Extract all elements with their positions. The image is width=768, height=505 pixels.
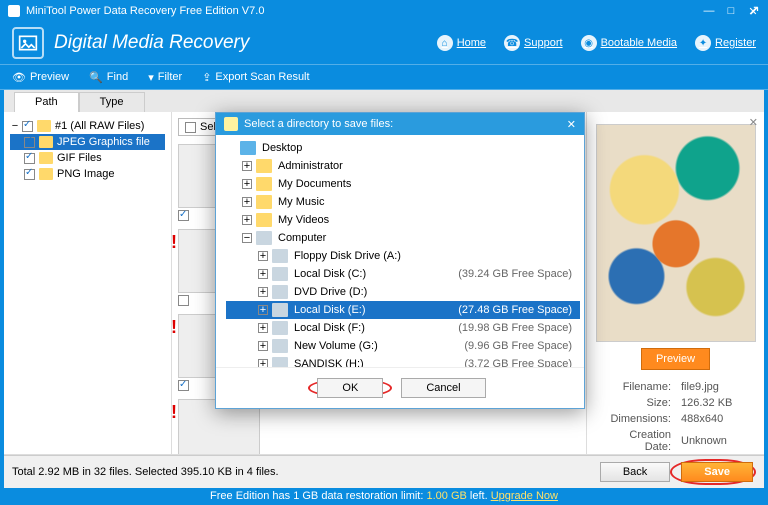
register-link[interactable]: ✦Register (695, 35, 756, 51)
filter-button[interactable]: ▾Filter (148, 71, 182, 84)
tree-computer[interactable]: −Computer (226, 229, 580, 247)
bootable-link[interactable]: ◉Bootable Media (581, 35, 677, 51)
save-button[interactable]: Save (681, 462, 753, 482)
brand-title: Digital Media Recovery (54, 32, 249, 54)
export-button[interactable]: ⇪Export Scan Result (202, 71, 309, 84)
preview-button[interactable]: 👁Preview (12, 71, 69, 84)
tab-path[interactable]: Path (14, 92, 79, 112)
ok-button[interactable]: OK (317, 378, 383, 398)
file-metadata: Filename:file9.jpg Size:126.32 KB Dimens… (595, 378, 756, 458)
dialog-buttons: OK Cancel (216, 367, 584, 408)
preview-panel: ✕ Preview Filename:file9.jpg Size:126.32… (586, 112, 764, 458)
minimize-button[interactable]: — (702, 5, 716, 17)
app-icon (8, 5, 20, 17)
upgrade-link[interactable]: Upgrade Now (491, 490, 558, 502)
tree-folder[interactable]: +My Music (226, 193, 580, 211)
status-text: Total 2.92 MB in 32 files. Selected 395.… (12, 466, 279, 478)
eye-icon: 👁 (12, 71, 26, 84)
back-button[interactable]: Back (600, 462, 670, 482)
save-highlight: Save (670, 459, 756, 485)
tree-drive[interactable]: +Local Disk (F:)(19.98 GB Free Space) (226, 319, 580, 337)
tree-drive[interactable]: +Floppy Disk Drive (A:) (226, 247, 580, 265)
tree-item-png[interactable]: PNG Image (10, 166, 165, 182)
support-link[interactable]: ☎Support (504, 35, 563, 51)
support-icon: ☎ (504, 35, 520, 51)
tree-folder[interactable]: +My Documents (226, 175, 580, 193)
tree-drive[interactable]: +Local Disk (E:)(27.48 GB Free Space) (226, 301, 580, 319)
dialog-tree[interactable]: Desktop +Administrator +My Documents +My… (216, 135, 584, 367)
close-preview-button[interactable]: ✕ (749, 116, 758, 129)
maximize-button[interactable]: □ (724, 5, 738, 17)
save-dialog: Select a directory to save files: ✕ Desk… (215, 112, 585, 409)
key-icon: ✦ (695, 35, 711, 51)
footer: Free Edition has 1 GB data restoration l… (0, 488, 768, 504)
tree-item-gif[interactable]: GIF Files (10, 150, 165, 166)
tree-folder[interactable]: +My Videos (226, 211, 580, 229)
status-bar: Total 2.92 MB in 32 files. Selected 395.… (4, 455, 764, 488)
export-icon: ⇪ (202, 71, 211, 84)
tree-drive[interactable]: +DVD Drive (D:) (226, 283, 580, 301)
tree-drive[interactable]: +Local Disk (C:)(39.24 GB Free Space) (226, 265, 580, 283)
tree-root[interactable]: −#1 (All RAW Files) (10, 118, 165, 134)
funnel-icon: ▾ (148, 71, 154, 84)
cancel-button[interactable]: Cancel (401, 378, 485, 398)
disc-icon: ◉ (581, 35, 597, 51)
toolbar: 👁Preview 🔍Find ▾Filter ⇪Export Scan Resu… (0, 64, 768, 90)
window-title: MiniTool Power Data Recovery Free Editio… (26, 5, 264, 17)
find-button[interactable]: 🔍Find (89, 71, 128, 84)
file-tree: −#1 (All RAW Files) JPEG Graphics file G… (4, 112, 172, 458)
titlebar: MiniTool Power Data Recovery Free Editio… (0, 0, 768, 22)
tabs: Path Type (4, 90, 764, 112)
tree-desktop[interactable]: Desktop (226, 139, 580, 157)
dialog-close-button[interactable]: ✕ (567, 118, 576, 131)
home-link[interactable]: ⌂Home (437, 35, 486, 51)
tree-drive[interactable]: +SANDISK (H:)(3.72 GB Free Space) (226, 355, 580, 367)
logo-icon (12, 27, 44, 59)
home-icon: ⌂ (437, 35, 453, 51)
share-icon[interactable]: ↗ (748, 2, 760, 19)
header: Digital Media Recovery ⌂Home ☎Support ◉B… (0, 22, 768, 64)
tab-type[interactable]: Type (79, 92, 145, 112)
search-icon: 🔍 (89, 71, 103, 84)
dialog-titlebar: Select a directory to save files: ✕ (216, 113, 584, 135)
tree-drive[interactable]: +New Volume (G:)(9.96 GB Free Space) (226, 337, 580, 355)
ok-highlight: OK (308, 379, 392, 397)
tree-item-jpeg[interactable]: JPEG Graphics file (10, 134, 165, 150)
preview-button-panel[interactable]: Preview (641, 348, 710, 370)
folder-icon (224, 117, 238, 131)
tree-folder[interactable]: +Administrator (226, 157, 580, 175)
preview-image (596, 124, 756, 342)
